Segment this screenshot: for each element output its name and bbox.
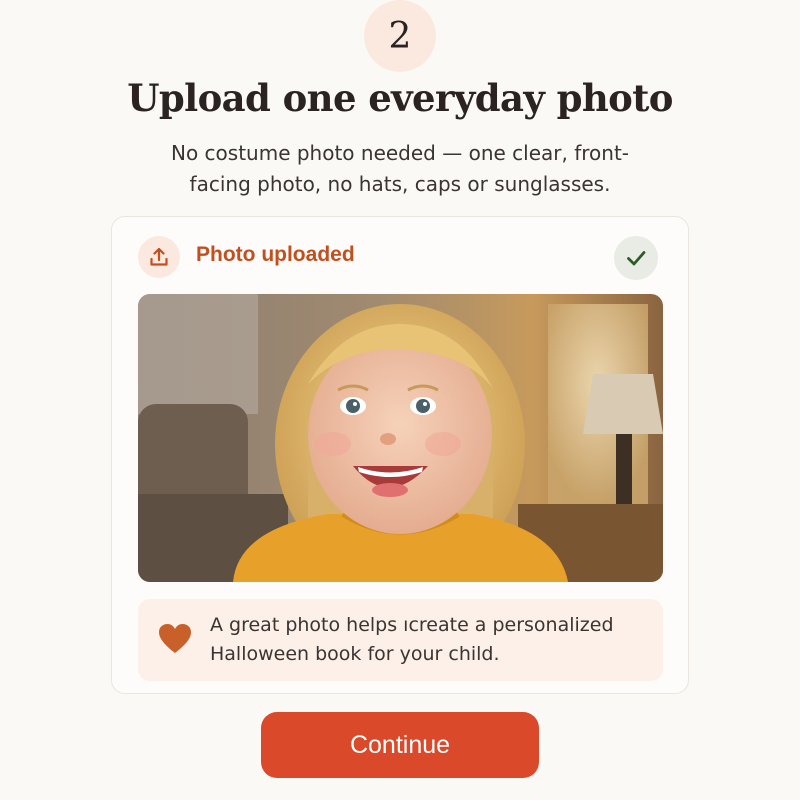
step-number: 2 xyxy=(388,15,412,57)
heart-icon xyxy=(159,624,191,653)
upload-status-label: Photo uploaded xyxy=(196,243,355,266)
step-number-badge: 2 xyxy=(364,0,436,72)
continue-button[interactable]: Continue xyxy=(261,712,539,778)
upload-card: Photo uploaded A great photo helps ıcrea… xyxy=(111,216,689,694)
tip-text: A great photo helps ıcreate a personaliz… xyxy=(210,614,614,665)
uploaded-photo[interactable] xyxy=(138,294,663,582)
upload-icon xyxy=(138,236,180,278)
tip-box: A great photo helps ıcreate a personaliz… xyxy=(138,599,663,681)
check-icon xyxy=(614,236,658,280)
page-subtitle: No costume photo needed — one clear, fro… xyxy=(170,141,630,196)
page-title: Upload one everyday photo xyxy=(127,76,673,120)
